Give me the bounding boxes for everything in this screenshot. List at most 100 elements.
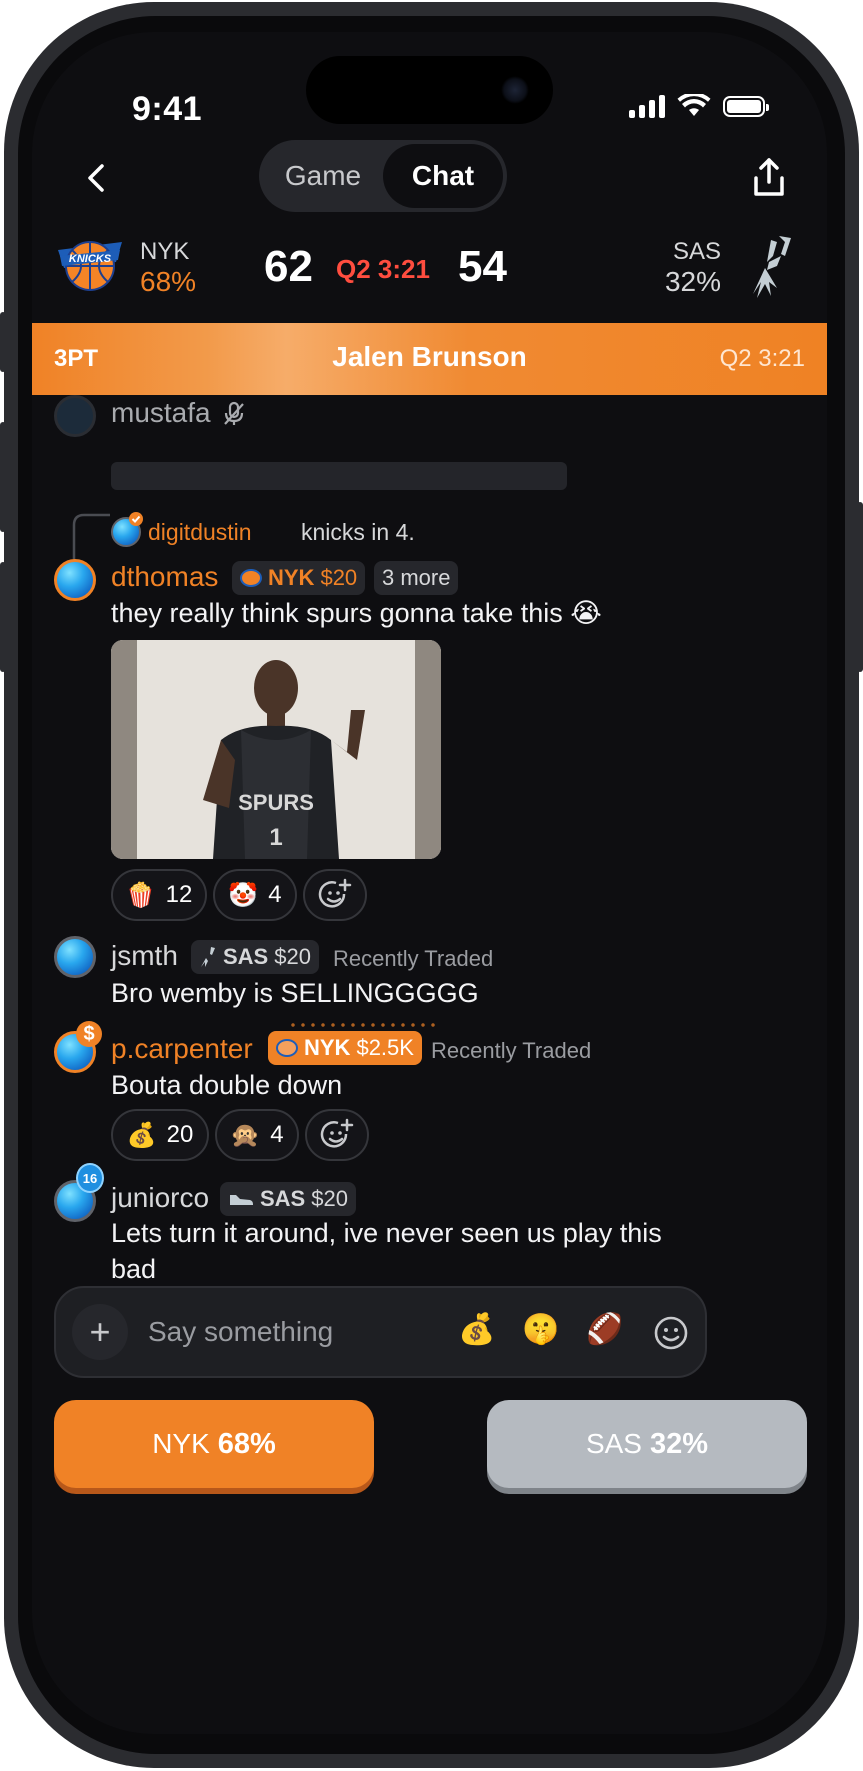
app-screen: 9:41 Game Chat KNICKS NYK 68% 62 Q2 3:21… bbox=[32, 32, 827, 1734]
spurs-logo-icon bbox=[753, 236, 791, 298]
tab-game[interactable]: Game bbox=[263, 144, 383, 208]
knicks-badge-icon bbox=[276, 1039, 298, 1057]
add-reaction-button[interactable] bbox=[305, 1109, 369, 1161]
position-badge[interactable]: NYK $2.5K bbox=[268, 1031, 422, 1065]
play-banner[interactable]: 3PT Jalen Brunson Q2 3:21 bbox=[32, 323, 827, 395]
play-player: Jalen Brunson bbox=[332, 341, 527, 372]
away-win-pct: 32% bbox=[664, 266, 721, 297]
reaction-count: 12 bbox=[165, 881, 193, 908]
reaction-emoji: 🙊 bbox=[230, 1121, 261, 1149]
position-badge[interactable]: SAS $20 bbox=[191, 940, 319, 974]
message-text: they really think spurs gonna take this … bbox=[111, 598, 602, 628]
level-badge-icon: 16 bbox=[76, 1163, 104, 1193]
badge-amount: $20 bbox=[320, 565, 358, 590]
svg-text:1: 1 bbox=[269, 824, 282, 851]
muted-icon bbox=[224, 401, 244, 425]
reply-thread-line bbox=[72, 513, 110, 561]
home-win-pct: 68% bbox=[140, 266, 197, 297]
reaction-count: 4 bbox=[268, 881, 282, 908]
more-badges-button[interactable]: 3 more bbox=[374, 561, 459, 595]
quick-emoji-button[interactable]: 💰 bbox=[458, 1312, 495, 1347]
sparkle-decoration bbox=[288, 1021, 438, 1029]
username[interactable]: p.carpenter bbox=[111, 1033, 253, 1065]
knicks-logo-icon: KNICKS bbox=[58, 241, 122, 291]
position-badge[interactable]: NYK $20 bbox=[232, 561, 366, 595]
avatar[interactable] bbox=[54, 559, 96, 601]
sneaker-badge-icon bbox=[230, 1195, 253, 1205]
svg-text:KNICKS: KNICKS bbox=[69, 253, 112, 265]
chevron-left-icon bbox=[88, 164, 104, 192]
away-score: 54 bbox=[458, 242, 507, 291]
reaction-button[interactable]: 🍿 12 bbox=[111, 869, 207, 921]
recently-traded-label: Recently Traded bbox=[431, 1038, 592, 1063]
vote-team: SAS bbox=[585, 1428, 642, 1459]
game-clock: Q2 3:21 bbox=[336, 254, 430, 284]
reply-username[interactable]: digitdustin bbox=[148, 519, 252, 546]
message-text: Bouta double down bbox=[111, 1070, 343, 1100]
more-badges-label: 3 more bbox=[382, 565, 451, 590]
username[interactable]: jsmth bbox=[111, 940, 178, 972]
badge-team: SAS bbox=[223, 944, 269, 969]
reaction-emoji: 🤡 bbox=[228, 881, 259, 909]
username[interactable]: juniorco bbox=[111, 1182, 209, 1214]
position-badge[interactable]: SAS $20 bbox=[220, 1182, 356, 1216]
verified-check-icon bbox=[129, 512, 143, 526]
gif-attachment[interactable]: SPURS 1 bbox=[111, 640, 441, 859]
reaction-button[interactable]: 💰 20 bbox=[111, 1109, 209, 1161]
avatar[interactable] bbox=[54, 936, 96, 978]
volume-down-button bbox=[0, 562, 6, 672]
badge-team: NYK bbox=[304, 1035, 351, 1060]
message-text: Lets turn it around, ive never seen us p… bbox=[111, 1218, 662, 1284]
plus-icon: + bbox=[89, 1311, 111, 1352]
share-icon[interactable] bbox=[749, 156, 789, 200]
reaction-emoji: 🍿 bbox=[125, 881, 156, 909]
cellular-signal-icon bbox=[629, 94, 665, 118]
dollar-icon: $ bbox=[76, 1021, 102, 1047]
username[interactable]: mustafa bbox=[111, 397, 211, 429]
message-input[interactable]: Say something bbox=[148, 1316, 333, 1348]
message-composer: + Say something 💰 🤫 🏈 bbox=[54, 1286, 707, 1378]
top-bar: Game Chat bbox=[32, 140, 827, 220]
home-team-abbr: NYK bbox=[140, 238, 190, 265]
badge-amount: $20 bbox=[274, 944, 311, 969]
action-button bbox=[0, 312, 6, 372]
vote-sas-button[interactable]: SAS 32% bbox=[487, 1400, 807, 1488]
quick-emoji-button[interactable]: 🤫 bbox=[522, 1312, 559, 1347]
add-reaction-button[interactable] bbox=[303, 869, 367, 921]
emoji-picker-icon[interactable] bbox=[652, 1314, 690, 1352]
username[interactable]: dthomas bbox=[111, 561, 218, 593]
knicks-badge-icon bbox=[240, 569, 262, 587]
dynamic-island bbox=[306, 56, 553, 124]
svg-text:SPURS: SPURS bbox=[238, 790, 314, 815]
add-reaction-icon bbox=[320, 1118, 354, 1148]
message-placeholder bbox=[111, 462, 567, 490]
status-bar: 9:41 bbox=[32, 32, 827, 152]
player-gif-image: SPURS 1 bbox=[111, 640, 441, 859]
wifi-icon bbox=[677, 94, 711, 116]
message-text: Bro wemby is SELLINGGGGG bbox=[111, 978, 479, 1008]
avatar[interactable] bbox=[54, 395, 96, 437]
add-reaction-icon bbox=[318, 878, 352, 908]
back-button[interactable] bbox=[76, 158, 116, 198]
vote-nyk-button[interactable]: NYK 68% bbox=[54, 1400, 374, 1488]
battery-icon bbox=[723, 95, 769, 117]
status-time: 9:41 bbox=[132, 90, 203, 128]
away-team-abbr: SAS bbox=[672, 238, 721, 265]
vote-pct: 68% bbox=[217, 1427, 276, 1460]
scoreboard: KNICKS NYK 68% 62 Q2 3:21 54 SAS 32% bbox=[32, 230, 827, 320]
reply-text: knicks in 4. bbox=[301, 519, 415, 545]
badge-team: SAS bbox=[260, 1186, 306, 1211]
recently-traded-label: Recently Traded bbox=[333, 946, 494, 971]
quick-emoji-button[interactable]: 🏈 bbox=[586, 1312, 623, 1347]
tab-chat[interactable]: Chat bbox=[383, 144, 503, 208]
play-time: Q2 3:21 bbox=[719, 345, 805, 372]
reaction-button[interactable]: 🤡 4 bbox=[213, 869, 297, 921]
volume-up-button bbox=[0, 422, 6, 532]
reaction-button[interactable]: 🙊 4 bbox=[215, 1109, 299, 1161]
view-segmented-control: Game Chat bbox=[259, 140, 507, 212]
badge-team: NYK bbox=[268, 565, 315, 590]
reaction-count: 20 bbox=[166, 1121, 194, 1148]
chat-feed[interactable]: mustafa digitdustin knicks in 4. dthomas… bbox=[32, 395, 827, 1734]
attach-button[interactable]: + bbox=[72, 1304, 128, 1360]
vote-pct: 32% bbox=[649, 1427, 709, 1460]
